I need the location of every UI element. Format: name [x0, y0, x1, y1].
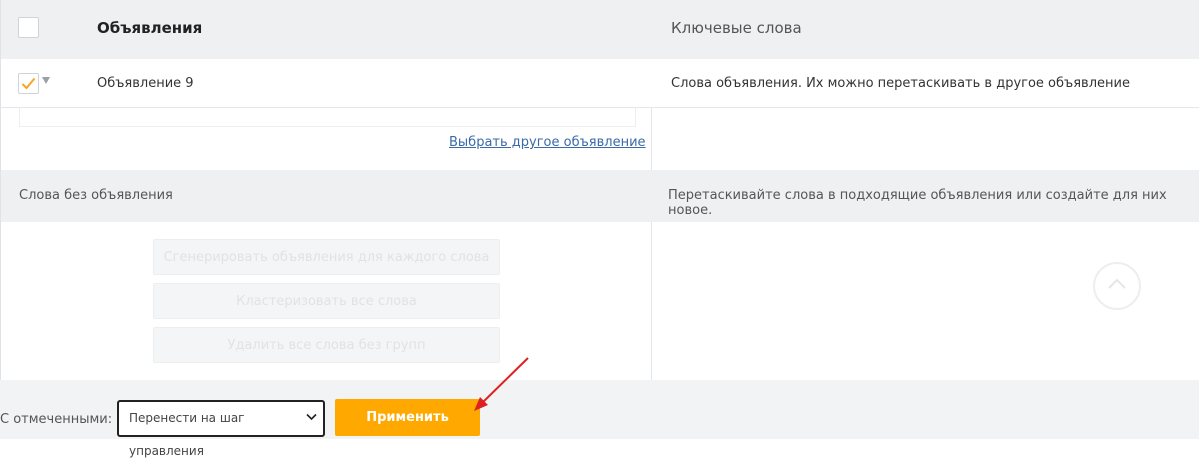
chevron-down-icon [306, 413, 317, 421]
ads-column-header: Объявления [97, 19, 203, 37]
keywords-column-header: Ключевые слова [671, 19, 802, 37]
annotation-arrow-icon [474, 357, 529, 411]
bulk-action-select-value: Перенести на шаг управления [129, 411, 245, 458]
no-ad-section-hint: Перетаскивайте слова в подходящие объявл… [668, 188, 1167, 218]
generate-ads-button[interactable]: Сгенерировать объявления для каждого сло… [153, 239, 500, 275]
caret-down-icon[interactable] [42, 77, 50, 84]
delete-ungrouped-words-button[interactable]: Удалить все слова без групп [153, 327, 500, 363]
bulk-actions-label: С отмеченными: [0, 412, 113, 427]
scroll-up-button[interactable] [1093, 262, 1141, 310]
ad-preview-box [19, 108, 636, 127]
ad-checkbox[interactable] [18, 73, 39, 94]
chevron-up-icon [1108, 278, 1126, 289]
select-all-checkbox[interactable] [18, 17, 39, 38]
column-divider [651, 108, 652, 170]
apply-button[interactable]: Применить [335, 399, 480, 436]
cluster-words-button[interactable]: Кластеризовать все слова [153, 283, 500, 319]
no-ad-section-title: Слова без объявления [19, 188, 173, 203]
choose-other-ad-link[interactable]: Выбрать другое объявление [449, 135, 646, 150]
bulk-action-select[interactable]: Перенести на шаг управления [117, 400, 325, 458]
ad-name: Объявление 9 [97, 76, 194, 91]
ad-keywords-description: Слова объявления. Их можно перетаскивать… [671, 76, 1130, 91]
check-icon [21, 77, 36, 90]
